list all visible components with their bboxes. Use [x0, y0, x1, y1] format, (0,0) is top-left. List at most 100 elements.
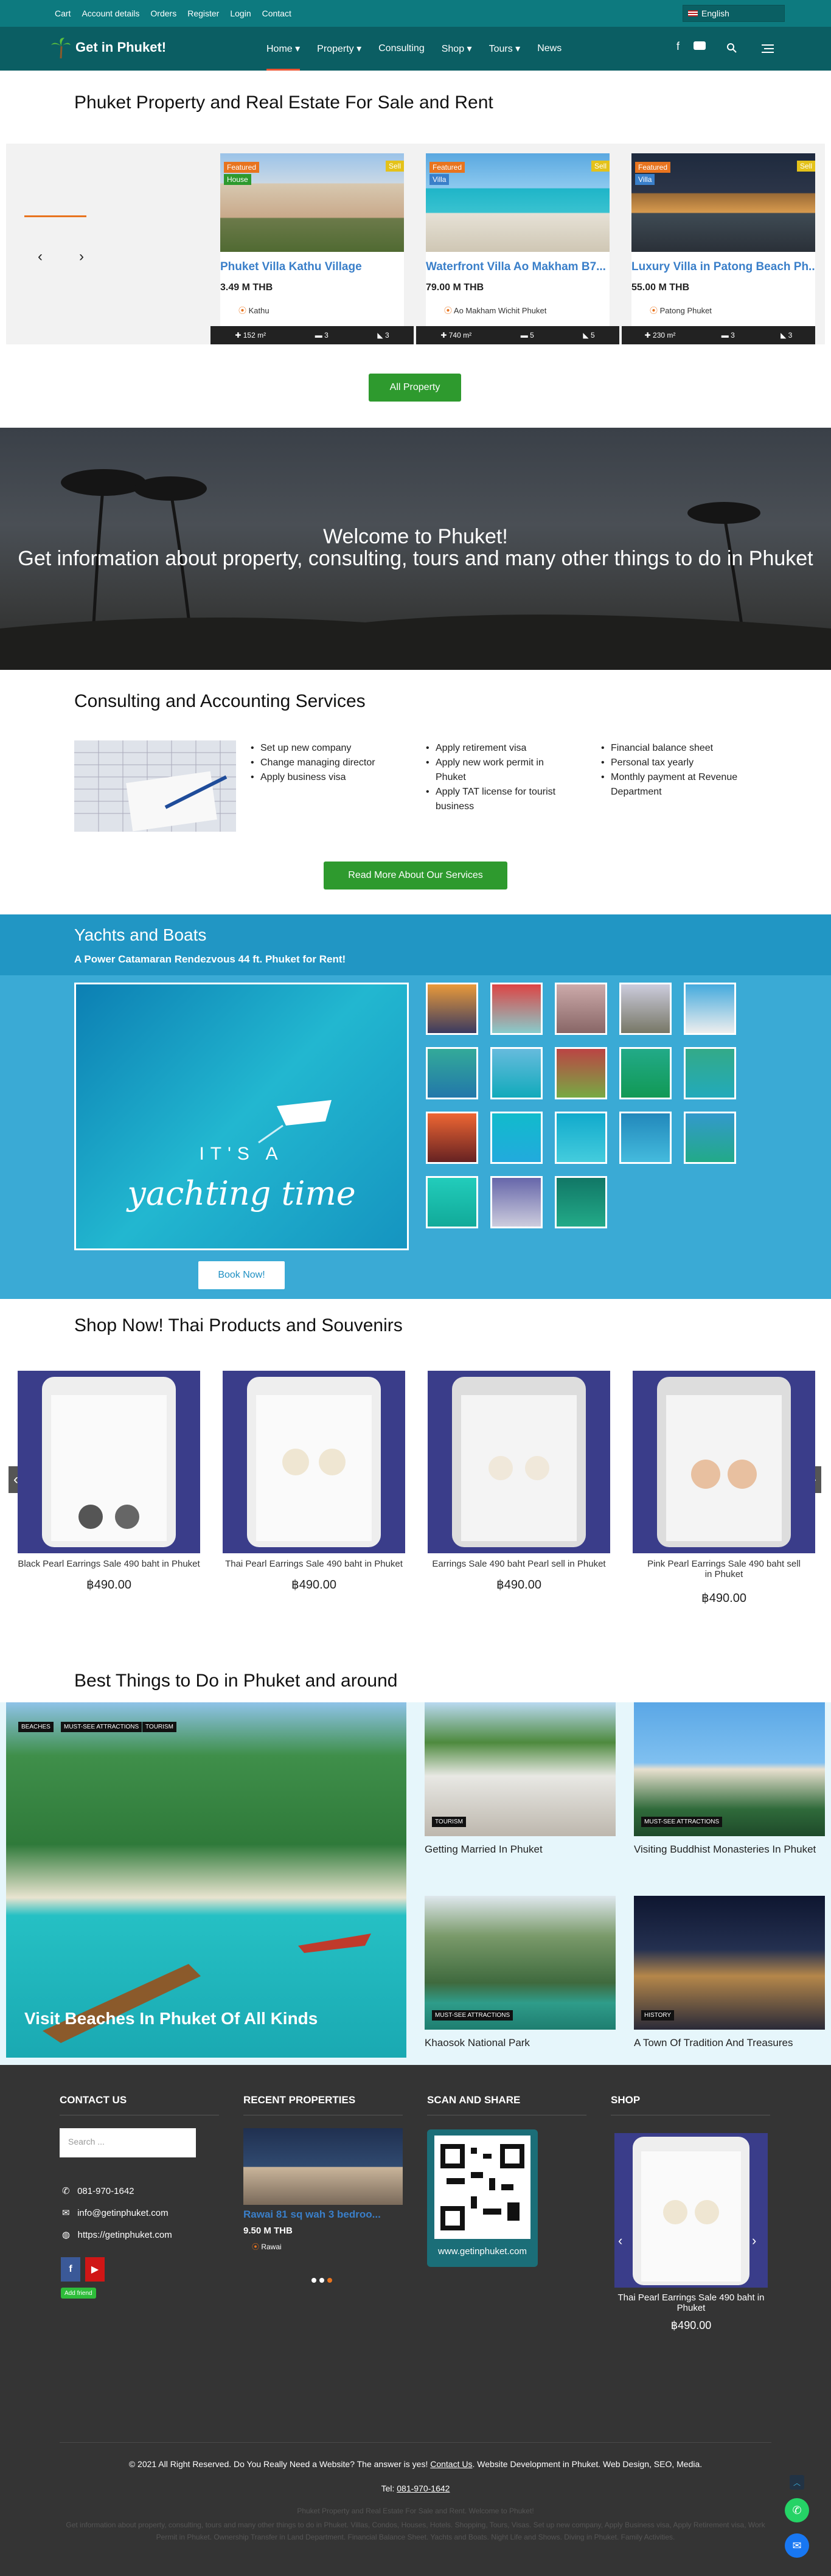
- beaches-title[interactable]: Visit Beaches In Phuket Of All Kinds: [24, 2009, 318, 2028]
- category-tag[interactable]: MUST-SEE ATTRACTIONS: [641, 1817, 723, 1827]
- thing-image[interactable]: TOURISM: [425, 1702, 616, 1836]
- email-text[interactable]: info@getinphuket.com: [77, 2208, 168, 2218]
- yacht-thumb[interactable]: [555, 983, 607, 1035]
- category-tag[interactable]: BEACHES: [18, 1722, 54, 1732]
- yacht-main-image[interactable]: IT'S A yachting time: [74, 983, 409, 1250]
- category-tag[interactable]: TOURISM: [432, 1817, 466, 1827]
- account-details-link[interactable]: Account details: [82, 9, 139, 18]
- product-name[interactable]: Earrings Sale 490 baht Pearl sell in Phu…: [417, 1559, 621, 1569]
- category-tag[interactable]: TOURISM: [142, 1722, 176, 1732]
- yacht-thumb[interactable]: [490, 1176, 543, 1228]
- all-property-button[interactable]: All Property: [369, 374, 461, 402]
- scroll-top-button[interactable]: ︿: [790, 2475, 804, 2490]
- login-link[interactable]: Login: [230, 9, 251, 18]
- messenger-icon[interactable]: ✉: [785, 2533, 809, 2558]
- menu-home[interactable]: Home ▾: [266, 43, 301, 71]
- yacht-thumb[interactable]: [684, 1047, 736, 1099]
- youtube-icon[interactable]: ▶: [85, 2257, 105, 2282]
- register-link[interactable]: Register: [187, 9, 219, 18]
- service-item: Set up new company: [251, 741, 409, 756]
- property-title[interactable]: Waterfront Villa Ao Makham B7...: [426, 252, 610, 274]
- product-name[interactable]: Pink Pearl Earrings Sale 490 baht sell i…: [622, 1559, 826, 1579]
- qr-url[interactable]: www.getinphuket.com: [427, 2246, 538, 2257]
- footer-search-input[interactable]: Search ...: [60, 2128, 196, 2157]
- property-title[interactable]: Luxury Villa in Patong Beach Ph...: [631, 252, 815, 274]
- contact-us-link[interactable]: Contact Us: [430, 2459, 472, 2469]
- product-image[interactable]: [633, 1371, 815, 1553]
- property-card[interactable]: Featured Villa Sell Luxury Villa in Pato…: [622, 153, 815, 344]
- carousel-next-button[interactable]: ›: [69, 245, 94, 269]
- phone-text[interactable]: 081-970-1642: [77, 2186, 134, 2196]
- recent-property-title[interactable]: Rawai 81 sq wah 3 bedroo...: [243, 2209, 403, 2221]
- yacht-thumb[interactable]: [555, 1112, 607, 1164]
- carousel-dot-active[interactable]: [327, 2278, 332, 2283]
- read-more-services-button[interactable]: Read More About Our Services: [324, 862, 507, 889]
- thing-title[interactable]: Visiting Buddhist Monasteries In Phuket: [634, 1843, 816, 1856]
- property-card[interactable]: Featured Villa Sell Waterfront Villa Ao …: [416, 153, 619, 344]
- product-image[interactable]: [18, 1371, 200, 1553]
- orders-link[interactable]: Orders: [150, 9, 176, 18]
- line-add-friend-button[interactable]: Add friend: [61, 2288, 96, 2299]
- beaches-feature[interactable]: BEACHES MUST-SEE ATTRACTIONS TOURISM Vis…: [6, 1702, 406, 2058]
- whatsapp-icon[interactable]: ✆: [785, 2498, 809, 2522]
- yacht-thumb[interactable]: [684, 1112, 736, 1164]
- thing-image[interactable]: MUST-SEE ATTRACTIONS: [634, 1702, 825, 1836]
- tel-link[interactable]: 081-970-1642: [397, 2484, 450, 2493]
- product-image[interactable]: [223, 1371, 405, 1553]
- yacht-thumb[interactable]: [490, 1047, 543, 1099]
- cart-link[interactable]: Cart: [55, 9, 71, 18]
- website-text[interactable]: https://getinphuket.com: [78, 2230, 172, 2240]
- property-price: 3.49 M THB: [220, 282, 273, 293]
- site-logo[interactable]: Get in Phuket!: [50, 37, 166, 58]
- product-name[interactable]: Thai Pearl Earrings Sale 490 baht in Phu…: [212, 1559, 416, 1569]
- footer-shop-next[interactable]: ›: [752, 2233, 756, 2249]
- facebook-icon[interactable]: f: [676, 40, 680, 53]
- footer-product-name[interactable]: Thai Pearl Earrings Sale 490 baht in Phu…: [611, 2292, 771, 2313]
- thing-title[interactable]: A Town Of Tradition And Treasures: [634, 2037, 793, 2049]
- yacht-thumb[interactable]: [490, 1112, 543, 1164]
- menu-consulting[interactable]: Consulting: [378, 43, 425, 54]
- contact-link[interactable]: Contact: [262, 9, 291, 18]
- footer-shop-prev[interactable]: ‹: [618, 2233, 622, 2249]
- menu-property[interactable]: Property ▾: [317, 43, 361, 55]
- youtube-icon[interactable]: [694, 41, 706, 50]
- search-icon[interactable]: [726, 43, 737, 54]
- property-card[interactable]: Featured House Sell Phuket Villa Kathu V…: [210, 153, 414, 344]
- menu-news[interactable]: News: [537, 43, 562, 54]
- carousel-dot[interactable]: [319, 2278, 324, 2283]
- yacht-thumb[interactable]: [555, 1047, 607, 1099]
- yacht-thumb[interactable]: [426, 1047, 478, 1099]
- carousel-prev-button[interactable]: ‹: [28, 245, 52, 269]
- yacht-thumb[interactable]: [490, 983, 543, 1035]
- category-tag[interactable]: MUST-SEE ATTRACTIONS: [432, 2010, 513, 2021]
- product-image[interactable]: [428, 1371, 610, 1553]
- thing-image[interactable]: MUST-SEE ATTRACTIONS: [425, 1896, 616, 2030]
- yacht-thumb[interactable]: [555, 1176, 607, 1228]
- property-title[interactable]: Phuket Villa Kathu Village: [220, 252, 404, 274]
- yacht-thumb[interactable]: [426, 1176, 478, 1228]
- menu-shop[interactable]: Shop ▾: [442, 43, 472, 55]
- book-now-button[interactable]: Book Now!: [198, 1261, 285, 1289]
- menu-tours[interactable]: Tours ▾: [489, 43, 521, 55]
- yacht-thumb[interactable]: [619, 1047, 672, 1099]
- thing-title[interactable]: Getting Married In Phuket: [425, 1843, 543, 1856]
- footer-product-image[interactable]: [614, 2133, 768, 2288]
- facebook-icon[interactable]: f: [61, 2257, 80, 2282]
- category-tag[interactable]: HISTORY: [641, 2010, 675, 2021]
- language-select[interactable]: English: [683, 5, 785, 22]
- carousel-dot[interactable]: [311, 2278, 316, 2283]
- hero-subtitle: Get information about property, consulti…: [18, 547, 813, 570]
- yacht-thumb[interactable]: [426, 1112, 478, 1164]
- recent-property-image[interactable]: [243, 2128, 403, 2205]
- category-tag[interactable]: MUST-SEE ATTRACTIONS: [61, 1722, 142, 1732]
- yacht-thumb[interactable]: [684, 983, 736, 1035]
- service-item: Monthly payment at Revenue Department: [601, 770, 753, 799]
- hamburger-menu-icon[interactable]: [760, 44, 775, 54]
- qr-code-image[interactable]: [434, 2136, 530, 2239]
- thing-title[interactable]: Khaosok National Park: [425, 2037, 530, 2049]
- yacht-thumb[interactable]: [619, 1112, 672, 1164]
- yacht-thumb[interactable]: [426, 983, 478, 1035]
- product-name[interactable]: Black Pearl Earrings Sale 490 baht in Ph…: [7, 1559, 211, 1569]
- thing-image[interactable]: HISTORY: [634, 1896, 825, 2030]
- yacht-thumb[interactable]: [619, 983, 672, 1035]
